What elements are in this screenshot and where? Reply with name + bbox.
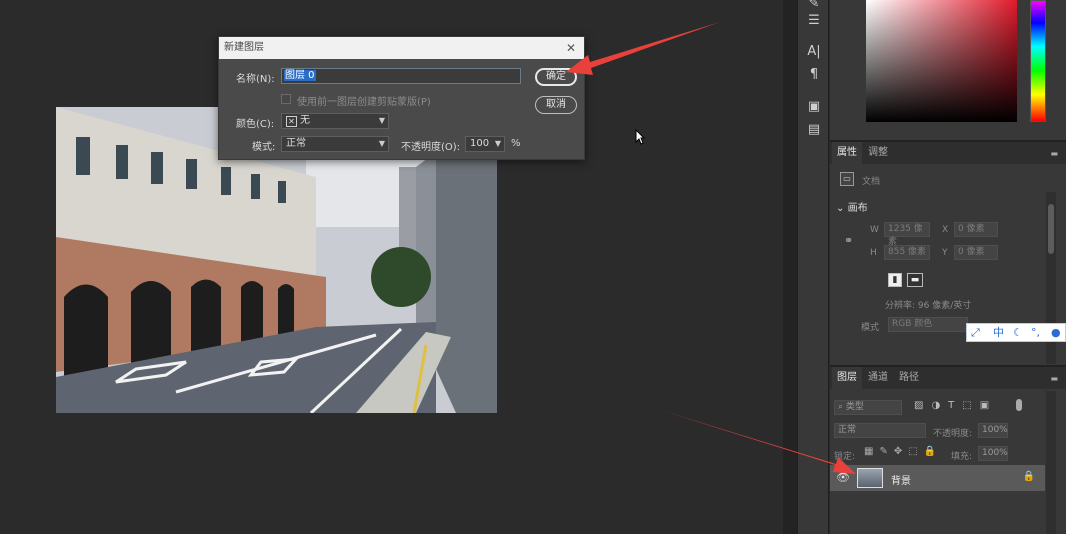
annotation-overlay xyxy=(566,22,856,474)
arrow-to-layer-icon xyxy=(660,410,856,474)
arrow-to-ok-icon xyxy=(566,22,720,75)
